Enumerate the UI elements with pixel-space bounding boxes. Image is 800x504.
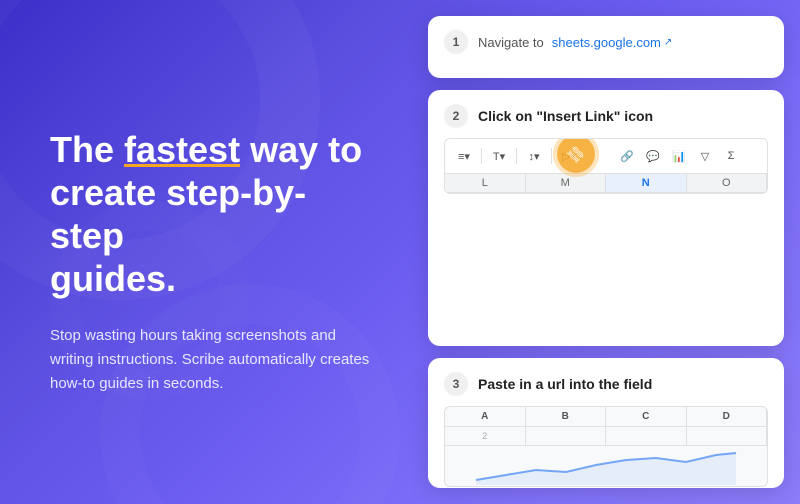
divider-2 <box>516 148 517 164</box>
mini-cell-c2 <box>606 427 687 445</box>
headline-text-2: way to <box>240 129 362 170</box>
toolbar-filter-icon[interactable]: ▽ <box>694 145 716 167</box>
headline-fastest: fastest <box>124 129 240 170</box>
mini-col-a: A <box>445 407 526 426</box>
mini-spreadsheet: A B C D 2 Text <box>444 406 768 487</box>
step-2-card: 2 Click on "Insert Link" icon ≡▾ T▾ ↕▾ ▷… <box>428 90 784 346</box>
mini-cell-b2 <box>526 427 607 445</box>
left-panel: The fastest way to create step-by-step g… <box>0 0 420 504</box>
chart-svg <box>451 450 761 485</box>
mini-row-2: 2 <box>445 427 767 446</box>
insert-link-highlight: ⛓ <box>557 138 595 173</box>
headline-line3: guides. <box>50 258 176 299</box>
right-panel: 1 Navigate to sheets.google.com ↗ 2 Clic… <box>420 0 800 504</box>
toolbar-comment-icon[interactable]: 💬 <box>642 145 664 167</box>
col-header-M: M <box>526 174 607 192</box>
col-header-L: L <box>445 174 526 192</box>
mini-cell-a2: 2 <box>445 427 526 445</box>
col-header-N: N <box>606 174 687 192</box>
step-1-content: Navigate to sheets.google.com ↗ <box>478 31 672 54</box>
headline-text-1: The <box>50 129 124 170</box>
step-3-header: 3 Paste in a url into the field <box>444 372 768 396</box>
divider-1 <box>481 148 482 164</box>
subtext: Stop wasting hours taking screenshots an… <box>50 324 370 396</box>
spreadsheet-ui: ≡▾ T▾ ↕▾ ▷▾ ⛓ 🔗 💬 📊 ▽ Σ <box>444 138 768 194</box>
step-1-label: Navigate to <box>478 35 544 50</box>
main-container: The fastest way to create step-by-step g… <box>0 0 800 504</box>
mini-col-c: C <box>606 407 687 426</box>
divider-3 <box>551 148 552 164</box>
chart-area: Text <box>445 446 767 486</box>
headline-line2: create step-by-step <box>50 172 306 256</box>
toolbar-link-icon[interactable]: 🔗 <box>616 145 638 167</box>
headline: The fastest way to create step-by-step g… <box>50 128 380 301</box>
step-2-title: Click on "Insert Link" icon <box>478 108 653 124</box>
mini-cell-d2 <box>687 427 768 445</box>
step-3-number: 3 <box>444 372 468 396</box>
step-2-number: 2 <box>444 104 468 128</box>
mini-col-d: D <box>687 407 768 426</box>
mini-col-b: B <box>526 407 607 426</box>
toolbar-wrap-icon[interactable]: ↕▾ <box>523 145 545 167</box>
external-link-icon: ↗ <box>664 37 672 48</box>
step-3-card: 3 Paste in a url into the field A B C D … <box>428 358 784 488</box>
step-2-header: 2 Click on "Insert Link" icon <box>444 104 768 128</box>
toolbar: ≡▾ T▾ ↕▾ ▷▾ ⛓ 🔗 💬 📊 ▽ Σ <box>445 139 767 174</box>
link-icon: ⛓ <box>564 142 589 167</box>
toolbar-sum-icon[interactable]: Σ <box>720 145 742 167</box>
step-1-header: 1 Navigate to sheets.google.com ↗ <box>444 30 768 54</box>
step-1-number: 1 <box>444 30 468 54</box>
toolbar-chart-icon[interactable]: 📊 <box>668 145 690 167</box>
col-header-O: O <box>687 174 768 192</box>
link-text: sheets.google.com <box>552 35 661 50</box>
column-headers: L M N O <box>445 174 767 193</box>
step-3-title: Paste in a url into the field <box>478 376 652 392</box>
toolbar-text-icon[interactable]: T▾ <box>488 145 510 167</box>
toolbar-align-icon[interactable]: ≡▾ <box>453 145 475 167</box>
mini-row-header: A B C D <box>445 407 767 427</box>
step-1-card: 1 Navigate to sheets.google.com ↗ <box>428 16 784 78</box>
step-1-link[interactable]: sheets.google.com ↗ <box>552 35 673 50</box>
